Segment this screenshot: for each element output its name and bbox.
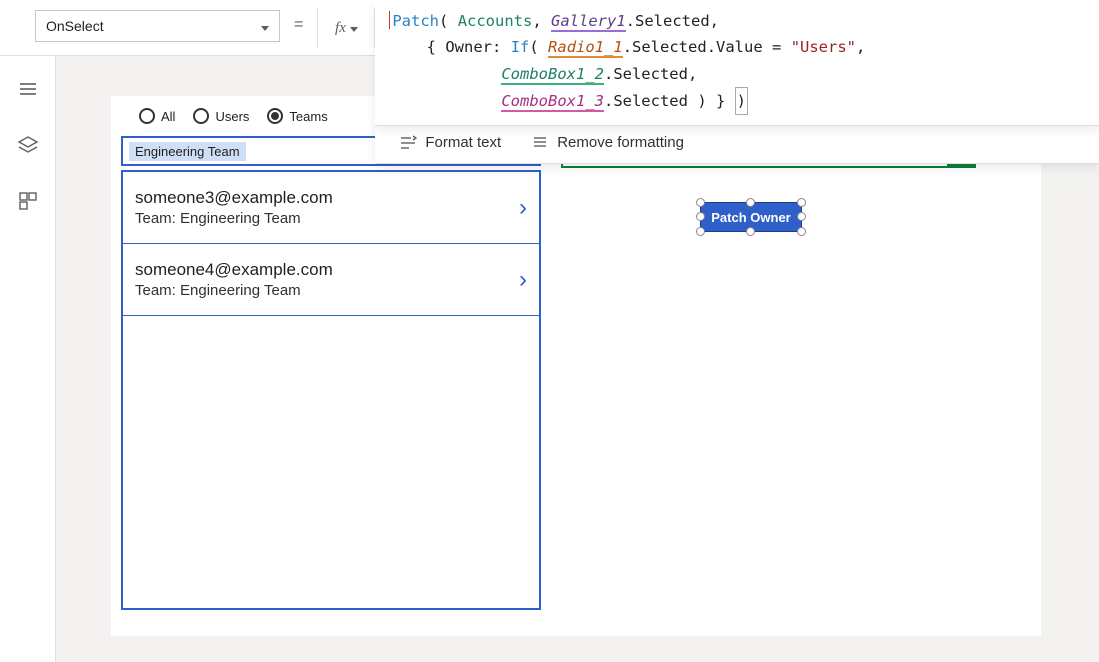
radio-icon xyxy=(193,108,209,124)
format-text-label: Format text xyxy=(425,134,501,151)
left-column: All Users Teams Engineering Team s xyxy=(111,96,551,636)
left-rail xyxy=(0,56,56,662)
selection-handle[interactable] xyxy=(746,227,755,236)
format-text-button[interactable]: Format text xyxy=(399,134,501,152)
radio-all-label: All xyxy=(161,109,175,124)
equals-label: = xyxy=(294,16,303,34)
chevron-down-icon xyxy=(350,20,358,37)
remove-formatting-button[interactable]: Remove formatting xyxy=(531,134,684,152)
app-canvas[interactable]: All Users Teams Engineering Team s xyxy=(111,96,1041,636)
gallery-item-email: someone3@example.com xyxy=(135,188,333,208)
gallery-item-team: Team: Engineering Team xyxy=(135,210,333,227)
radio-icon xyxy=(139,108,155,124)
right-column: Users Teams Sidney Higa Patch Owner xyxy=(551,96,1041,636)
gallery[interactable]: someone3@example.com Team: Engineering T… xyxy=(121,170,541,610)
ctl-combo1-2: ComboBox1_2 xyxy=(501,65,604,85)
patch-owner-button[interactable]: Patch Owner xyxy=(700,202,802,232)
selection-handle[interactable] xyxy=(797,227,806,236)
gallery-item[interactable]: someone4@example.com Team: Engineering T… xyxy=(123,244,539,316)
ctl-combo1-3: ComboBox1_3 xyxy=(501,92,604,112)
format-text-icon xyxy=(399,134,417,152)
property-dropdown[interactable]: OnSelect xyxy=(35,10,280,42)
selection-handle[interactable] xyxy=(696,198,705,207)
radio-users-left[interactable]: Users xyxy=(193,108,249,124)
layers-icon[interactable] xyxy=(17,134,39,156)
selection-handle[interactable] xyxy=(746,198,755,207)
fx-button[interactable]: fx xyxy=(317,8,375,48)
gallery-item-email: someone4@example.com xyxy=(135,260,333,280)
ctl-gallery1: Gallery1 xyxy=(551,12,626,32)
radio-users-label: Users xyxy=(215,109,249,124)
patch-owner-label: Patch Owner xyxy=(711,210,790,225)
fn-patch: Patch xyxy=(392,12,439,30)
menu-icon[interactable] xyxy=(17,78,39,100)
fn-if: If xyxy=(511,38,530,56)
top-bar: OnSelect = fx Patch( Accounts, Gallery1.… xyxy=(0,0,1099,56)
gallery-item-team: Team: Engineering Team xyxy=(135,282,333,299)
gallery-item[interactable]: someone3@example.com Team: Engineering T… xyxy=(123,172,539,244)
selection-handle[interactable] xyxy=(797,212,806,221)
chevron-right-icon[interactable]: › xyxy=(519,266,527,294)
formula-bar[interactable]: Patch( Accounts, Gallery1.Selected, { Ow… xyxy=(375,0,1099,126)
combobox-engineering-value: Engineering Team xyxy=(129,142,246,161)
property-dropdown-value: OnSelect xyxy=(46,18,104,34)
components-icon[interactable] xyxy=(17,190,39,212)
chevron-down-icon xyxy=(261,18,269,34)
chevron-right-icon[interactable]: › xyxy=(519,194,527,222)
radio-icon xyxy=(267,108,283,124)
fx-label: fx xyxy=(335,20,346,37)
selection-handle[interactable] xyxy=(696,212,705,221)
id-accounts: Accounts xyxy=(458,12,533,30)
remove-formatting-label: Remove formatting xyxy=(557,134,684,151)
radio-all[interactable]: All xyxy=(139,108,175,124)
selection-handle[interactable] xyxy=(797,198,806,207)
str-users: "Users" xyxy=(791,38,856,56)
remove-formatting-icon xyxy=(531,134,549,152)
selection-handle[interactable] xyxy=(696,227,705,236)
ctl-radio1-1: Radio1_1 xyxy=(548,38,623,58)
radio-teams-left[interactable]: Teams xyxy=(267,108,327,124)
formula-toolbar: Format text Remove formatting xyxy=(375,122,1099,164)
radio-teams-label: Teams xyxy=(289,109,327,124)
